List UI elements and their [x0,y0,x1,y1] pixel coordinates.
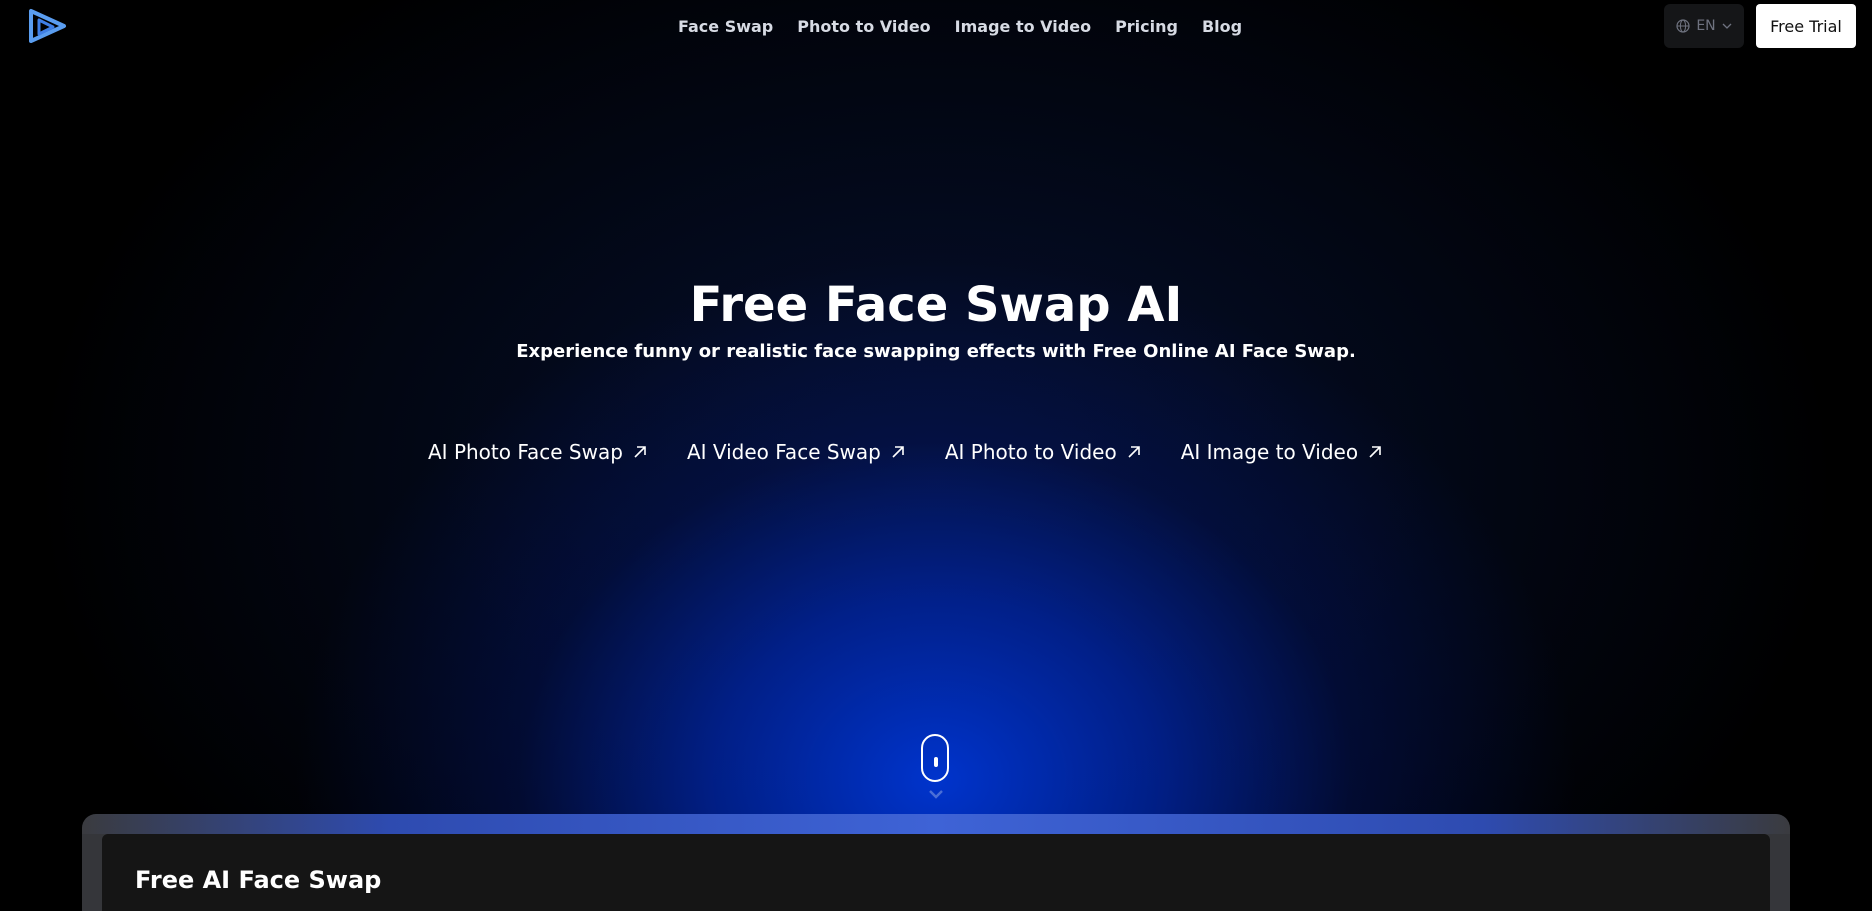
mouse-wheel-dot [934,757,938,767]
link-ai-photo-face-swap[interactable]: AI Photo Face Swap [428,440,647,464]
hero-subtitle: Experience funny or realistic face swapp… [516,341,1356,362]
link-ai-image-to-video[interactable]: AI Image to Video [1181,440,1382,464]
nav-item-pricing[interactable]: Pricing [1115,17,1178,36]
link-label: AI Photo Face Swap [428,440,623,464]
nav-item-face-swap[interactable]: Face Swap [678,17,773,36]
main-nav: Face Swap Photo to Video Image to Video … [678,0,1266,52]
arrow-up-right-icon [634,446,646,458]
hero-title: Free Face Swap AI [689,277,1183,333]
play-triangle-logo-icon[interactable] [28,8,68,44]
link-label: AI Video Face Swap [686,440,881,464]
nav-item-photo-to-video[interactable]: Photo to Video [797,17,930,36]
page: Face Swap Photo to Video Image to Video … [0,0,1872,911]
link-label: AI Photo to Video [944,440,1117,464]
card-title: Free AI Face Swap [135,866,382,894]
globe-icon [1676,19,1690,33]
arrow-up-right-icon [1369,446,1381,458]
hero-links: AI Photo Face Swap AI Video Face Swap AI… [428,436,1382,468]
language-selector[interactable]: EN [1664,4,1744,48]
link-label: AI Image to Video [1180,440,1359,464]
mouse-scroll-icon[interactable] [921,734,949,782]
chevron-down-icon [1722,23,1732,29]
face-swap-card: Free AI Face Swap [82,814,1790,911]
free-trial-button[interactable]: Free Trial [1756,4,1856,48]
link-ai-photo-to-video[interactable]: AI Photo to Video [945,440,1141,464]
arrow-up-right-icon [1128,446,1140,458]
arrow-up-right-icon [892,446,904,458]
link-ai-video-face-swap[interactable]: AI Video Face Swap [687,440,905,464]
chevron-down-icon [929,790,943,799]
nav-item-blog[interactable]: Blog [1202,17,1242,36]
language-value: EN [1696,18,1716,34]
nav-item-image-to-video[interactable]: Image to Video [955,17,1091,36]
header: Face Swap Photo to Video Image to Video … [0,0,1872,56]
